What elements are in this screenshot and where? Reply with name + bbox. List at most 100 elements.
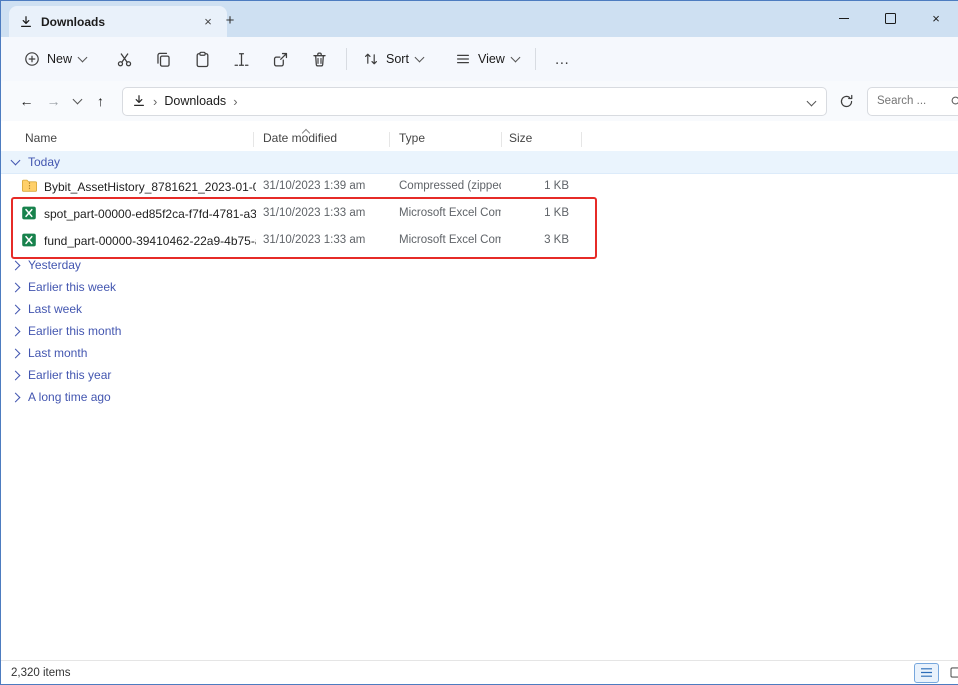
- navigation-bar: ← → ↑ › Downloads ›: [1, 81, 958, 122]
- refresh-icon: [839, 94, 854, 109]
- search-icon: [950, 95, 958, 108]
- address-bar[interactable]: › Downloads ›: [122, 87, 827, 116]
- group-row-today[interactable]: Today: [1, 151, 958, 174]
- thumbnails-view-toggle[interactable]: [944, 663, 958, 683]
- details-view-icon: [920, 667, 933, 678]
- chevron-down-icon: [72, 95, 82, 105]
- tab-downloads[interactable]: Downloads ×: [9, 6, 227, 37]
- chevron-down-icon: [78, 53, 88, 63]
- group-label: Last month: [28, 346, 87, 360]
- tab-bar: Downloads × + ×: [1, 1, 958, 37]
- view-button[interactable]: View: [446, 43, 528, 75]
- view-toggles: [914, 663, 958, 683]
- breadcrumb-separator: ›: [153, 94, 157, 109]
- sort-button-label: Sort: [386, 52, 409, 66]
- file-rows: Today Bybit_AssetHistory_8781621_2023-01…: [1, 151, 958, 571]
- sort-button[interactable]: Sort: [354, 43, 432, 75]
- download-icon: [132, 94, 146, 108]
- ellipsis-icon: …: [554, 51, 570, 68]
- plus-circle-icon: [24, 51, 40, 67]
- clipboard-icon: [194, 51, 211, 68]
- file-list-area: Name Date modified Type Size Today Bybit…: [1, 121, 958, 661]
- view-list-icon: [455, 51, 471, 67]
- toolbar-divider: [346, 48, 347, 70]
- column-header-size[interactable]: Size: [509, 131, 532, 145]
- status-bar: 2,320 items: [1, 660, 958, 684]
- rename-button[interactable]: [222, 43, 261, 75]
- group-row-last-week[interactable]: Last week: [1, 298, 958, 320]
- new-tab-button[interactable]: +: [217, 9, 243, 31]
- breadcrumb-separator: ›: [233, 94, 237, 109]
- tab-title: Downloads: [41, 15, 105, 29]
- scissors-icon: [116, 51, 133, 68]
- up-button[interactable]: ↑: [87, 88, 114, 115]
- group-label: Yesterday: [28, 258, 81, 272]
- group-label: Earlier this month: [28, 324, 121, 338]
- window-controls: ×: [821, 1, 958, 36]
- chevron-down-icon: [510, 53, 520, 63]
- file-explorer-window: Downloads × + × New: [0, 0, 958, 685]
- download-icon: [19, 15, 33, 29]
- file-size: 1 KB: [501, 180, 569, 192]
- column-header-name[interactable]: Name: [25, 131, 57, 145]
- group-row-earlier-this-month[interactable]: Earlier this month: [1, 320, 958, 342]
- chevron-down-icon: [415, 53, 425, 63]
- recent-locations-button[interactable]: [67, 88, 87, 115]
- group-label: Earlier this year: [28, 368, 111, 382]
- close-button[interactable]: ×: [913, 1, 958, 36]
- address-dropdown-button[interactable]: [808, 94, 817, 108]
- maximize-button[interactable]: [867, 1, 913, 36]
- trash-icon: [311, 51, 328, 68]
- column-header-row: Name Date modified Type Size: [1, 125, 958, 152]
- view-button-label: View: [478, 52, 505, 66]
- group-row-earlier-this-year[interactable]: Earlier this year: [1, 364, 958, 386]
- group-row-a-long-time-ago[interactable]: A long time ago: [1, 386, 958, 408]
- item-count: 2,320 items: [11, 667, 70, 679]
- share-button[interactable]: [261, 43, 300, 75]
- copy-button[interactable]: [144, 43, 183, 75]
- rename-icon: [233, 51, 250, 68]
- column-header-type[interactable]: Type: [399, 131, 425, 145]
- paste-button[interactable]: [183, 43, 222, 75]
- breadcrumb-downloads[interactable]: Downloads: [164, 94, 226, 108]
- group-label: Today: [28, 155, 60, 169]
- file-type: Compressed (zipped)...: [399, 180, 501, 192]
- column-divider[interactable]: [253, 132, 254, 147]
- column-divider[interactable]: [581, 132, 582, 147]
- cut-button[interactable]: [105, 43, 144, 75]
- file-name: Bybit_AssetHistory_8781621_2023-01-01_20…: [44, 180, 256, 194]
- group-row-yesterday[interactable]: Yesterday: [1, 254, 958, 276]
- back-button[interactable]: ←: [13, 88, 40, 115]
- search-box: [867, 87, 958, 116]
- new-button[interactable]: New: [15, 43, 95, 75]
- sort-arrows-icon: [363, 51, 379, 67]
- group-label: Last week: [28, 302, 82, 316]
- chevron-right-icon: [11, 260, 21, 270]
- tab-close-icon[interactable]: ×: [199, 13, 217, 31]
- details-view-toggle[interactable]: [914, 663, 939, 683]
- maximize-icon: [885, 13, 896, 24]
- search-input[interactable]: [875, 94, 946, 108]
- chevron-down-icon: [807, 97, 817, 107]
- see-more-button[interactable]: …: [543, 43, 582, 75]
- chevron-right-icon: [11, 282, 21, 292]
- chevron-right-icon: [11, 304, 21, 314]
- share-icon: [272, 51, 289, 68]
- refresh-button[interactable]: [831, 88, 861, 115]
- chevron-right-icon: [11, 370, 21, 380]
- column-header-date-modified[interactable]: Date modified: [263, 131, 337, 145]
- forward-button[interactable]: →: [40, 88, 67, 115]
- column-divider[interactable]: [389, 132, 390, 147]
- group-row-earlier-this-week[interactable]: Earlier this week: [1, 276, 958, 298]
- chevron-down-icon: [11, 156, 21, 166]
- group-label: Earlier this week: [28, 280, 116, 294]
- copy-icon: [155, 51, 172, 68]
- annotation-highlight-box: [11, 197, 597, 259]
- minimize-button[interactable]: [821, 1, 867, 36]
- chevron-right-icon: [11, 326, 21, 336]
- column-divider[interactable]: [501, 132, 502, 147]
- file-row-bybit-zip[interactable]: Bybit_AssetHistory_8781621_2023-01-01_20…: [1, 173, 958, 200]
- file-date-modified: 31/10/2023 1:39 am: [263, 180, 393, 192]
- delete-button[interactable]: [300, 43, 339, 75]
- group-row-last-month[interactable]: Last month: [1, 342, 958, 364]
